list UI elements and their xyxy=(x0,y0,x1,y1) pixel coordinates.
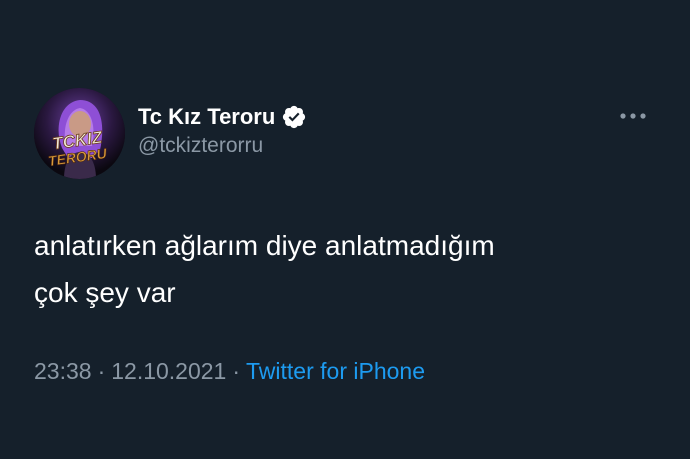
tweet-date[interactable]: 12.10.2021 xyxy=(111,358,226,384)
avatar[interactable]: TCKIZ TERORU xyxy=(34,88,125,179)
tweet-header: TCKIZ TERORU Tc Kız Teroru @tckizterorru xyxy=(34,88,654,180)
tweet-card: TCKIZ TERORU Tc Kız Teroru @tckizterorru xyxy=(0,0,690,459)
tweet-meta: 23:38 · 12.10.2021 · Twitter for iPhone xyxy=(34,358,425,385)
user-info: Tc Kız Teroru @tckizterorru xyxy=(138,102,307,158)
verified-badge-icon xyxy=(281,104,307,130)
meta-separator: · xyxy=(232,358,241,384)
name-row: Tc Kız Teroru xyxy=(138,102,307,132)
meta-separator: · xyxy=(97,358,106,384)
tweet-time[interactable]: 23:38 xyxy=(34,358,92,384)
tweet-text-line: anlatırken ağlarım diye anlatmadığım xyxy=(34,230,495,261)
tweet-text-line: çok şey var xyxy=(34,277,176,308)
display-name[interactable]: Tc Kız Teroru xyxy=(138,104,275,130)
user-handle[interactable]: @tckizterorru xyxy=(138,134,307,158)
avatar-logo: TCKIZ TERORU xyxy=(47,127,109,169)
tweet-text: anlatırken ağlarım diye anlatmadığım çok… xyxy=(34,222,654,316)
tweet-source-link[interactable]: Twitter for iPhone xyxy=(246,358,425,384)
more-horizontal-icon[interactable] xyxy=(618,108,648,124)
